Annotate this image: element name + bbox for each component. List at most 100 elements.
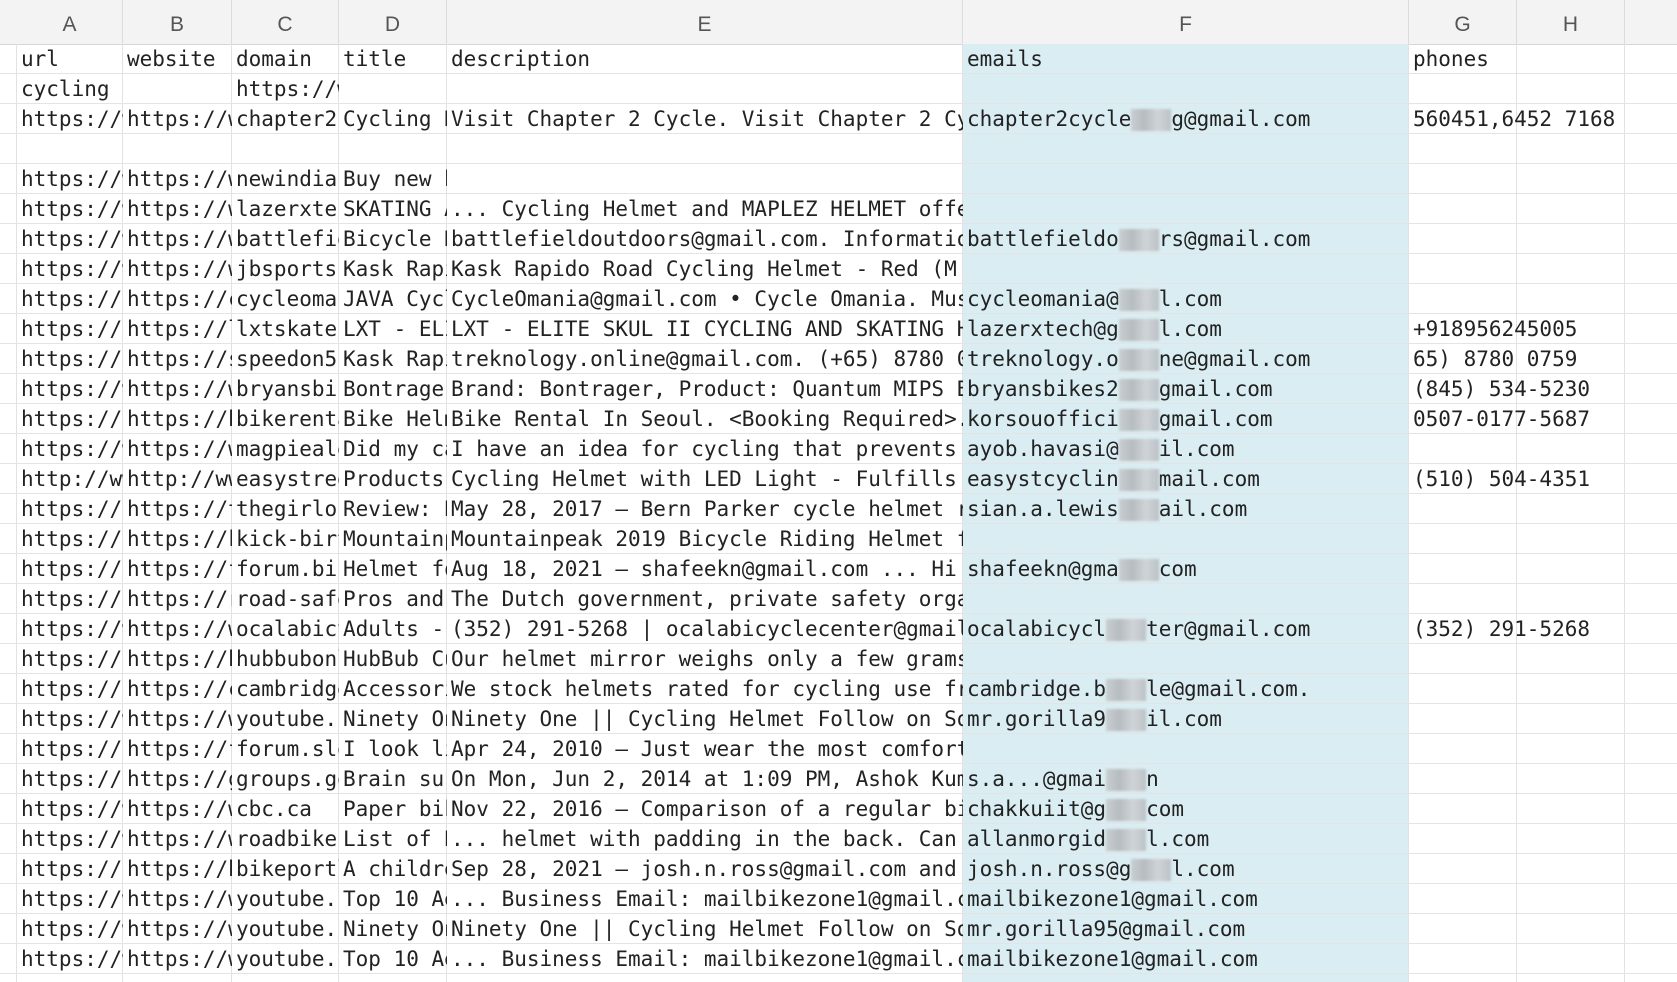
cell-g[interactable]: 0507-0177-5687: [1409, 404, 1590, 433]
column-header-c[interactable]: C: [232, 0, 339, 44]
cell-a[interactable]: https://w: [17, 914, 123, 943]
cell-c[interactable]: thegirlou: [232, 494, 339, 523]
cell-f[interactable]: josh.n.ross@g l.com: [963, 854, 1409, 883]
cell-b[interactable]: https://w: [123, 104, 232, 133]
cell-b[interactable]: https://w: [123, 194, 232, 223]
cell-a[interactable]: https://t: [17, 494, 123, 523]
cell-c[interactable]: domain: [232, 44, 339, 73]
cell-d[interactable]: Mountainp: [339, 524, 447, 553]
cell-g[interactable]: [1409, 224, 1517, 253]
cell-d[interactable]: HubBub Cu: [339, 644, 447, 673]
cell-b[interactable]: https://g: [123, 764, 232, 793]
cell-f[interactable]: treknology.o ne@gmail.com: [963, 344, 1409, 373]
cell-f[interactable]: chakkuiit@g com: [963, 794, 1409, 823]
cell-c[interactable]: https://w: [232, 74, 339, 103]
cell-a[interactable]: https://w: [17, 944, 123, 973]
cell-b[interactable]: https://w: [123, 374, 232, 403]
cell-e[interactable]: ... Business Email: mailbikezone1@gmail.…: [447, 884, 963, 913]
cell-b[interactable]: https://w: [123, 164, 232, 193]
cell-c[interactable]: lxtskates: [232, 314, 339, 343]
cell-e[interactable]: Aug 18, 2021 — shafeekn@gmail.com ... Hi…: [447, 554, 963, 583]
cell-c[interactable]: ocalabicy: [232, 614, 339, 643]
cell-b[interactable]: https://w: [123, 434, 232, 463]
cell-b[interactable]: website: [123, 44, 232, 73]
cell-c[interactable]: bikeportl: [232, 854, 339, 883]
cell-f[interactable]: shafeekn@gma com: [963, 554, 1409, 583]
cell-b[interactable]: https://r: [123, 584, 232, 613]
cell-a[interactable]: https://r: [17, 584, 123, 613]
cell-d[interactable]: Helmet fo: [339, 554, 447, 583]
cell-e[interactable]: [447, 74, 963, 103]
cell-e[interactable]: Apr 24, 2010 — Just wear the most comfor…: [447, 734, 963, 763]
cell-g[interactable]: [1409, 134, 1517, 163]
cell-d[interactable]: Buy new b: [339, 164, 447, 193]
cell-c[interactable]: youtube.c: [232, 884, 339, 913]
cell-d[interactable]: title: [339, 44, 447, 73]
cell-e[interactable]: battlefieldoutdoors@gmail.com. Informati…: [447, 224, 963, 253]
cell-c[interactable]: easystree: [232, 464, 339, 493]
cell-f[interactable]: chapter2cycle g@gmail.com: [963, 104, 1409, 133]
cell-f[interactable]: [963, 134, 1409, 163]
cell-e[interactable]: Sep 28, 2021 — josh.n.ross@gmail.com and…: [447, 854, 963, 883]
cell-a[interactable]: https://w: [17, 104, 123, 133]
cell-b[interactable]: https://k: [123, 524, 232, 553]
cell-c[interactable]: forum.slo: [232, 734, 339, 763]
cell-e[interactable]: Bike Rental In Seoul. <Booking Required>…: [447, 404, 963, 433]
cell-f[interactable]: [963, 254, 1409, 283]
cell-c[interactable]: roadbiker: [232, 824, 339, 853]
cell-e[interactable]: ... helmet with padding in the back. Can…: [447, 824, 963, 853]
cell-g[interactable]: [1409, 494, 1517, 523]
cell-c[interactable]: bikerenta: [232, 404, 339, 433]
cell-c[interactable]: cambridge: [232, 674, 339, 703]
cell-a[interactable]: https://g: [17, 764, 123, 793]
cell-f[interactable]: [963, 584, 1409, 613]
cell-d[interactable]: Paper bik: [339, 794, 447, 823]
cell-g[interactable]: [1409, 824, 1517, 853]
cell-d[interactable]: Bicycle H: [339, 224, 447, 253]
cell-c[interactable]: [232, 134, 339, 163]
cell-b[interactable]: https://l: [123, 314, 232, 343]
cell-e[interactable]: Our helmet mirror weighs only a few gram…: [447, 644, 963, 673]
cell-e[interactable]: Brand: Bontrager, Product: Quantum MIPS …: [447, 374, 963, 403]
cell-e[interactable]: Cycling Helmet with LED Light - Fulfills…: [447, 464, 963, 493]
cell-g[interactable]: [1409, 194, 1517, 223]
cell-a[interactable]: http://ww: [17, 464, 123, 493]
cell-b[interactable]: https://b: [123, 854, 232, 883]
cell-d[interactable]: [339, 134, 447, 163]
cell-c[interactable]: groups.go: [232, 764, 339, 793]
cell-c[interactable]: youtube.c: [232, 704, 339, 733]
cell-f[interactable]: lazerxtech@g l.com: [963, 314, 1409, 343]
cell-f[interactable]: [963, 74, 1409, 103]
cell-b[interactable]: https://f: [123, 554, 232, 583]
cell-a[interactable]: https://w: [17, 374, 123, 403]
cell-c[interactable]: speedon5.: [232, 344, 339, 373]
cell-f[interactable]: mailbikezone1@gmail.com: [963, 884, 1409, 913]
cell-e[interactable]: I have an idea for cycling that prevents…: [447, 434, 963, 463]
cell-e[interactable]: CycleOmania@gmail.com • Cycle Omania. Mu…: [447, 284, 963, 313]
cell-d[interactable]: LXT - ELI: [339, 314, 447, 343]
cell-f[interactable]: ocalabicycl ter@gmail.com: [963, 614, 1409, 643]
cell-c[interactable]: lazerxtec: [232, 194, 339, 223]
column-header-h[interactable]: H: [1517, 0, 1625, 44]
cell-g[interactable]: [1409, 794, 1517, 823]
cell-c[interactable]: chapter2c: [232, 104, 339, 133]
cell-d[interactable]: JAVA Cycl: [339, 284, 447, 313]
cell-g[interactable]: (510) 504-4351: [1409, 464, 1590, 493]
cell-a[interactable]: https://w: [17, 224, 123, 253]
cell-e[interactable]: Nov 22, 2016 — Comparison of a regular b…: [447, 794, 963, 823]
cell-g[interactable]: [1409, 704, 1517, 733]
column-header-e[interactable]: E: [447, 0, 963, 44]
cell-b[interactable]: [123, 74, 232, 103]
cell-g[interactable]: [1409, 734, 1517, 763]
cell-e[interactable]: (352) 291-5268 | ocalabicyclecenter@gmai…: [447, 614, 963, 643]
cell-a[interactable]: https://k: [17, 524, 123, 553]
cell-a[interactable]: https://w: [17, 254, 123, 283]
cell-a[interactable]: https://w: [17, 434, 123, 463]
cell-a[interactable]: [17, 134, 123, 163]
cell-e[interactable]: treknology.online@gmail.com. (+65) 8780 …: [447, 344, 963, 373]
cell-b[interactable]: https://c: [123, 284, 232, 313]
cell-b[interactable]: https://w: [123, 944, 232, 973]
cell-b[interactable]: https://w: [123, 914, 232, 943]
cell-g[interactable]: 65) 8780 0759: [1409, 344, 1577, 373]
cell-f[interactable]: mr.gorilla95@gmail.com: [963, 914, 1409, 943]
